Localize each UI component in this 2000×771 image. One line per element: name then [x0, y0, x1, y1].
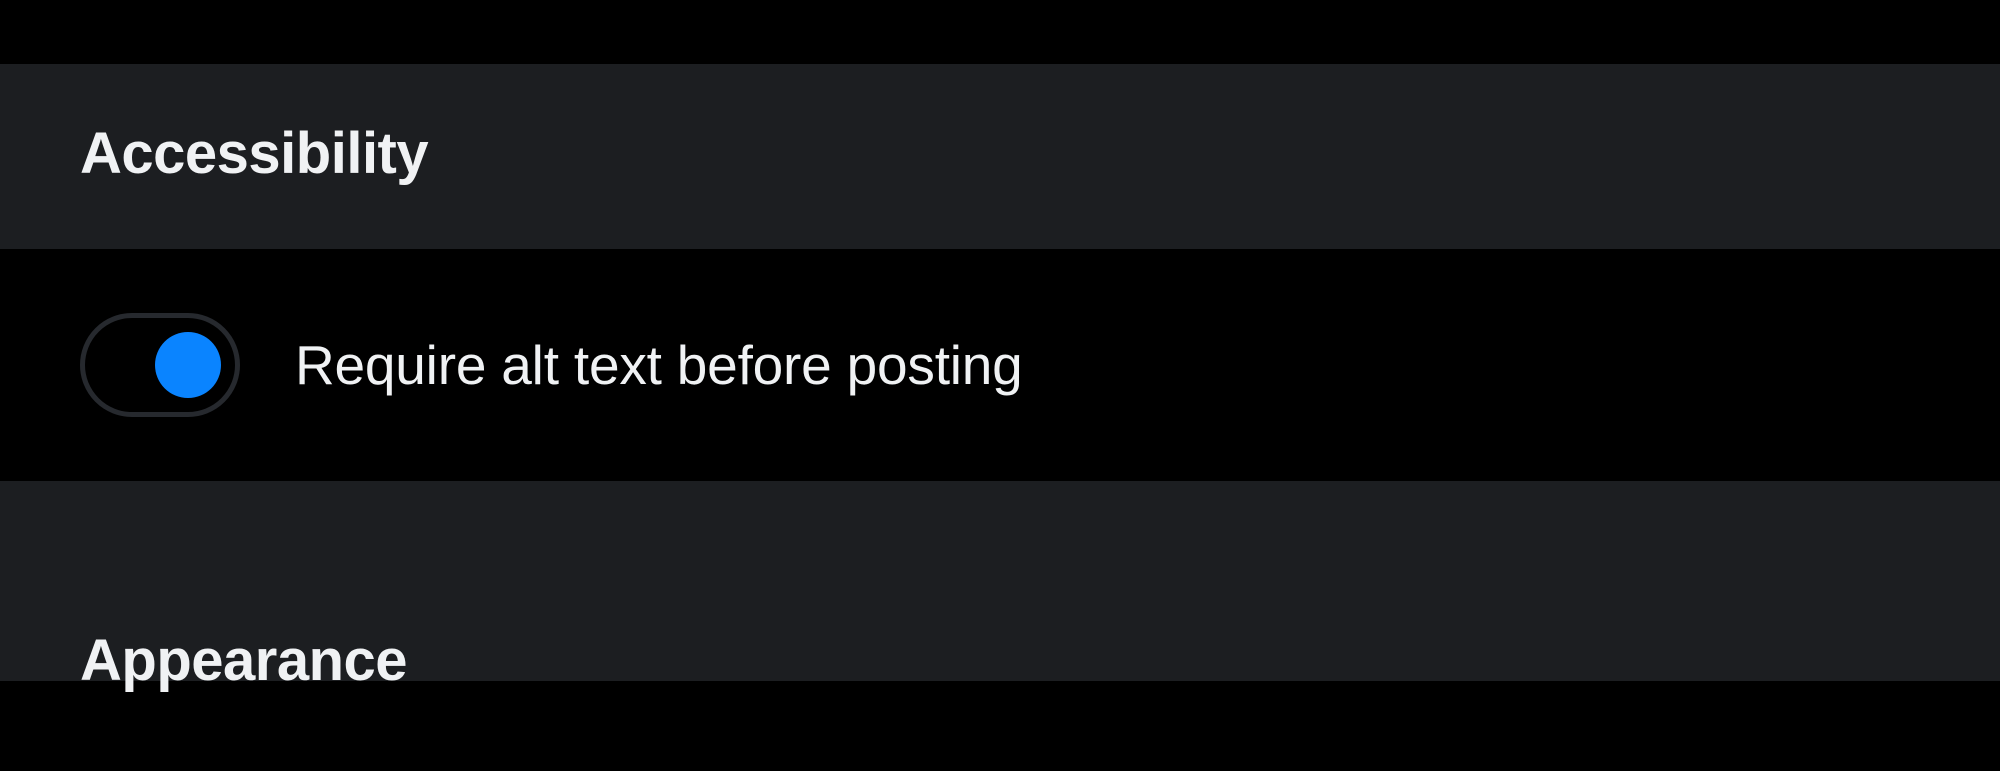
toggle-require-alt-text[interactable] [80, 313, 240, 417]
section-header-appearance: Appearance [0, 481, 2000, 681]
setting-row-require-alt-text[interactable]: Require alt text before posting [0, 249, 2000, 481]
top-spacer [0, 0, 2000, 64]
setting-label: Require alt text before posting [295, 333, 1023, 397]
section-header-accessibility: Accessibility [0, 64, 2000, 249]
section-title: Appearance [80, 627, 1920, 694]
toggle-knob [155, 332, 221, 398]
section-title: Accessibility [80, 120, 1920, 187]
